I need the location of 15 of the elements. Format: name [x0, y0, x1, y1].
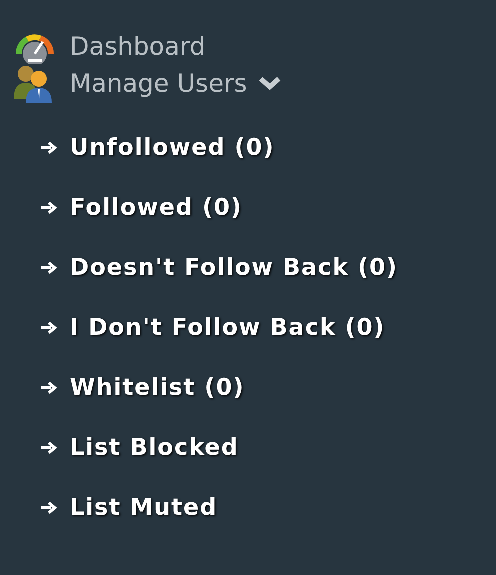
- menu-item[interactable]: Dashboard: [0, 22, 496, 70]
- arrow-right-icon: [40, 142, 58, 154]
- submenu-item[interactable]: List Blocked: [0, 418, 496, 478]
- submenu-item[interactable]: Unfollowed (0): [0, 118, 496, 178]
- arrow-right-icon: [40, 382, 58, 394]
- submenu-item[interactable]: Doesn't Follow Back (0): [0, 238, 496, 298]
- submenu-item[interactable]: List Muted: [0, 478, 496, 538]
- submenu-item[interactable]: I Don't Follow Back (0): [0, 298, 496, 358]
- arrow-right-icon: [40, 202, 58, 214]
- arrow-right-icon: [40, 262, 58, 274]
- submenu-item[interactable]: Followed (0): [0, 178, 496, 238]
- arrow-right-icon: [40, 322, 58, 334]
- arrow-right-icon: [40, 502, 58, 514]
- arrow-right-icon: [40, 442, 58, 454]
- submenu-item[interactable]: Whitelist (0): [0, 358, 496, 418]
